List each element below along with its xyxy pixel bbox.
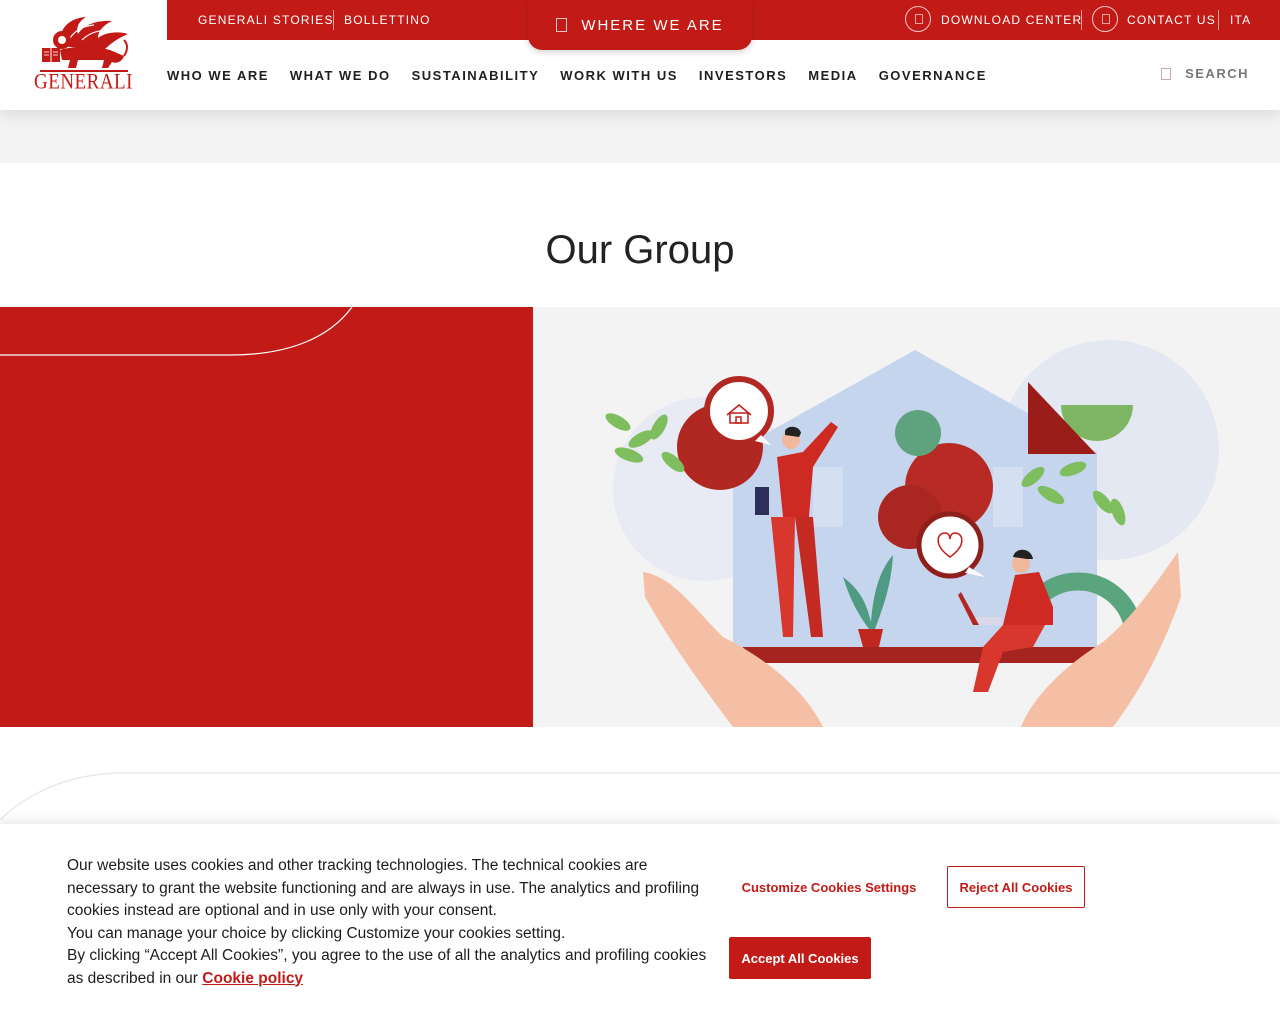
language-switch[interactable]: ITA <box>1230 0 1251 40</box>
utility-divider <box>1218 10 1219 30</box>
generali-logo[interactable]: GENERALI <box>0 0 167 110</box>
contact-icon[interactable] <box>1092 6 1118 32</box>
section-divider-curve <box>0 772 1280 821</box>
contact-us-link[interactable]: CONTACT US <box>1127 0 1216 40</box>
cookie-notice-text: Our website uses cookies and other track… <box>67 855 712 990</box>
nav-sustainability[interactable]: SUSTAINABILITY <box>412 68 540 83</box>
cookie-notice-paragraph: You can manage your choice by clicking C… <box>67 924 566 942</box>
page-title: Our Group <box>545 228 735 272</box>
cookie-notice-paragraph: Our website uses cookies and other track… <box>67 857 700 919</box>
logo-wordmark: GENERALI <box>34 70 133 95</box>
site-header: GENERALI GENERALI STORIES BOLLETTINO DOW… <box>0 0 1280 110</box>
search-label: SEARCH <box>1185 66 1249 81</box>
search-button[interactable]: SEARCH <box>1161 66 1249 81</box>
main-navigation: WHO WE ARE WHAT WE DO SUSTAINABILITY WOR… <box>167 40 1008 110</box>
nav-work-with-us[interactable]: WORK WITH US <box>560 68 678 83</box>
hero-red-panel <box>0 307 533 727</box>
winged-lion-logo-icon <box>39 17 128 72</box>
decorative-curve <box>0 307 353 356</box>
bollettino-link[interactable]: BOLLETTINO <box>344 0 431 40</box>
utility-divider <box>1081 10 1082 30</box>
nav-investors[interactable]: INVESTORS <box>699 68 787 83</box>
nav-governance[interactable]: GOVERNANCE <box>879 68 987 83</box>
breadcrumb-band <box>0 110 1280 163</box>
cookie-policy-link[interactable]: Cookie policy <box>202 970 303 987</box>
location-pin-icon <box>556 18 568 32</box>
utility-divider <box>333 10 334 30</box>
download-icon[interactable] <box>905 6 931 32</box>
hero-illustration <box>533 307 1280 727</box>
where-we-are-button[interactable]: WHERE WE ARE <box>528 0 752 50</box>
cookie-banner: Our website uses cookies and other track… <box>0 824 1280 1024</box>
cookie-notice-sentence: By clicking “Accept All Cookies”, you ag… <box>67 947 707 987</box>
hero-section <box>0 307 1280 727</box>
customize-cookies-button[interactable]: Customize Cookies Settings <box>730 866 928 908</box>
generali-stories-link[interactable]: GENERALI STORIES <box>198 0 334 40</box>
download-center-link[interactable]: DOWNLOAD CENTER <box>941 0 1082 40</box>
search-icon <box>1161 67 1172 80</box>
nav-media[interactable]: MEDIA <box>808 68 857 83</box>
accept-all-cookies-button[interactable]: Accept All Cookies <box>729 937 871 979</box>
nav-what-we-do[interactable]: WHAT WE DO <box>290 68 391 83</box>
reject-all-cookies-button[interactable]: Reject All Cookies <box>947 866 1085 908</box>
nav-who-we-are[interactable]: WHO WE ARE <box>167 68 269 83</box>
where-we-are-label: WHERE WE ARE <box>581 16 724 34</box>
cookie-notice-paragraph: By clicking “Accept All Cookies”, you ag… <box>67 945 712 990</box>
